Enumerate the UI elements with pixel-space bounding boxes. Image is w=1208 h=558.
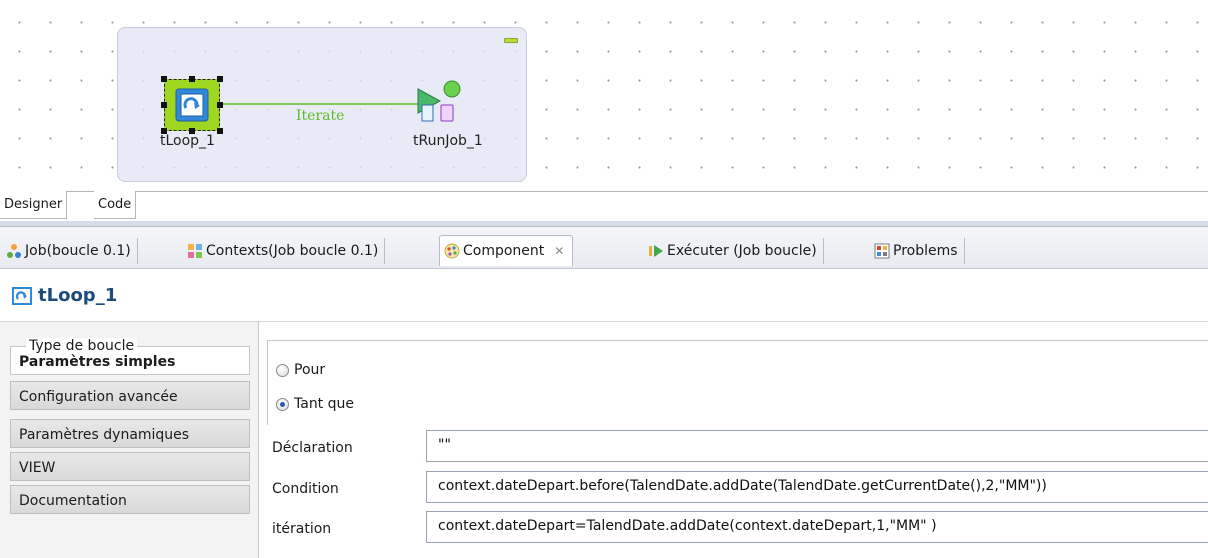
close-icon[interactable]: ✕ — [554, 244, 564, 258]
condition-input[interactable]: context.dateDepart.before(TalendDate.add… — [426, 471, 1208, 503]
radio-tant-que[interactable]: Tant que — [276, 396, 354, 412]
declaration-label: Déclaration — [272, 440, 353, 456]
condition-label: Condition — [272, 481, 339, 497]
iteration-label: itération — [272, 521, 332, 537]
resize-handle[interactable] — [161, 102, 167, 108]
radio-pour[interactable]: Pour — [276, 362, 325, 378]
tab-code[interactable]: Code — [94, 191, 137, 219]
problems-icon — [874, 243, 890, 259]
resize-handle[interactable] — [189, 76, 195, 82]
designer-code-tabbar: Designer Code — [0, 191, 1208, 221]
resize-handle[interactable] — [217, 102, 223, 108]
trunjob-node-icon[interactable] — [412, 79, 468, 131]
iterate-link-label: Iterate — [296, 108, 345, 124]
tab-job[interactable]: Job(boucle 0.1) — [6, 238, 138, 264]
job-icon — [7, 244, 21, 258]
tloop-node[interactable] — [161, 76, 223, 134]
iteration-input[interactable]: context.dateDepart=TalendDate.addDate(co… — [426, 511, 1208, 543]
tab-problems[interactable]: Problems — [874, 238, 965, 264]
tab-contexts[interactable]: Contexts(Job boucle 0.1) — [187, 238, 386, 264]
nav-advanced-settings[interactable]: Configuration avancée — [10, 381, 250, 410]
tab-run[interactable]: Exécuter (Job boucle) — [648, 238, 824, 264]
resize-handle[interactable] — [217, 76, 223, 82]
component-header: tLoop_1 — [0, 270, 1208, 322]
loop-icon — [175, 88, 209, 122]
nav-dynamic-settings[interactable]: Paramètres dynamiques — [10, 419, 250, 448]
settings-nav: Paramètres simples Configuration avancée… — [0, 322, 259, 558]
loop-type-group — [267, 340, 1208, 425]
resize-handle[interactable] — [161, 76, 167, 82]
tloop-node-label: tLoop_1 — [160, 133, 215, 149]
trunjob-node-label: tRunJob_1 — [413, 133, 483, 149]
loop-type-legend: Type de boucle — [26, 338, 138, 354]
declaration-input[interactable]: "" — [426, 430, 1208, 462]
radio-button[interactable] — [276, 363, 289, 377]
designer-canvas[interactable]: Iterate tLoop_1 tRunJob_1 — [0, 0, 1208, 191]
component-icon — [444, 243, 460, 259]
run-icon — [649, 245, 663, 257]
contexts-icon — [188, 244, 202, 258]
resize-handle[interactable] — [217, 128, 223, 134]
tab-designer[interactable]: Designer — [0, 191, 68, 219]
view-tabbar: Job(boucle 0.1) Contexts(Job boucle 0.1)… — [0, 227, 1208, 269]
nav-view[interactable]: VIEW — [10, 452, 250, 481]
radio-button[interactable] — [276, 397, 289, 411]
tab-component[interactable]: Component ✕ — [439, 235, 574, 266]
component-title: tLoop_1 — [38, 285, 118, 306]
tloop-icon — [12, 286, 32, 305]
nav-documentation[interactable]: Documentation — [10, 485, 250, 514]
